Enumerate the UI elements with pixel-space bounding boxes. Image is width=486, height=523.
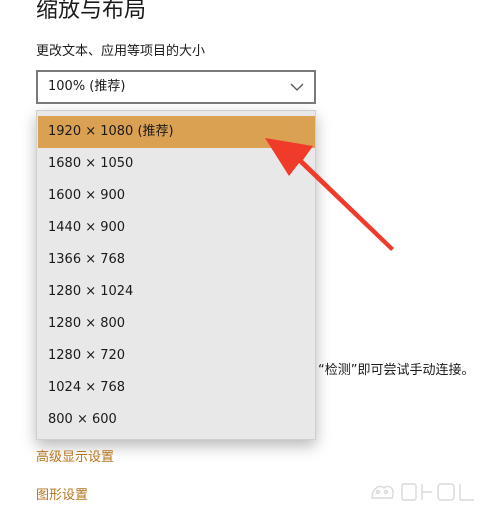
resolution-option[interactable]: 1024 × 768 [38, 372, 315, 404]
resolution-option[interactable]: 1600 × 900 [38, 180, 315, 212]
resolution-dropdown-list: 1920 × 1080 (推荐) 1680 × 1050 1600 × 900 … [36, 110, 316, 440]
section-title: 缩放与布局 [36, 0, 147, 23]
detect-hint-text: “检测”即可尝试手动连接。 [318, 363, 475, 378]
graphics-settings-link[interactable]: 图形设置 [36, 487, 88, 505]
advanced-display-settings-link[interactable]: 高级显示设置 [36, 449, 114, 467]
scale-dropdown[interactable]: 100% (推荐) [36, 70, 316, 104]
resolution-option[interactable]: 1280 × 800 [38, 308, 315, 340]
resolution-option[interactable]: 1920 × 1080 (推荐) [38, 116, 315, 148]
scale-dropdown-value: 100% (推荐) [48, 79, 126, 94]
resolution-option[interactable]: 1280 × 720 [38, 340, 315, 372]
resolution-option[interactable]: 1680 × 1050 [38, 148, 315, 180]
resolution-option[interactable]: 1280 × 1024 [38, 276, 315, 308]
resolution-option[interactable]: 1366 × 768 [38, 244, 315, 276]
chevron-down-icon [290, 83, 304, 91]
watermark-logo [371, 483, 474, 501]
resolution-option[interactable]: 1440 × 900 [38, 212, 315, 244]
scale-label: 更改文本、应用等项目的大小 [36, 44, 206, 59]
resolution-option[interactable]: 800 × 600 [38, 404, 315, 436]
